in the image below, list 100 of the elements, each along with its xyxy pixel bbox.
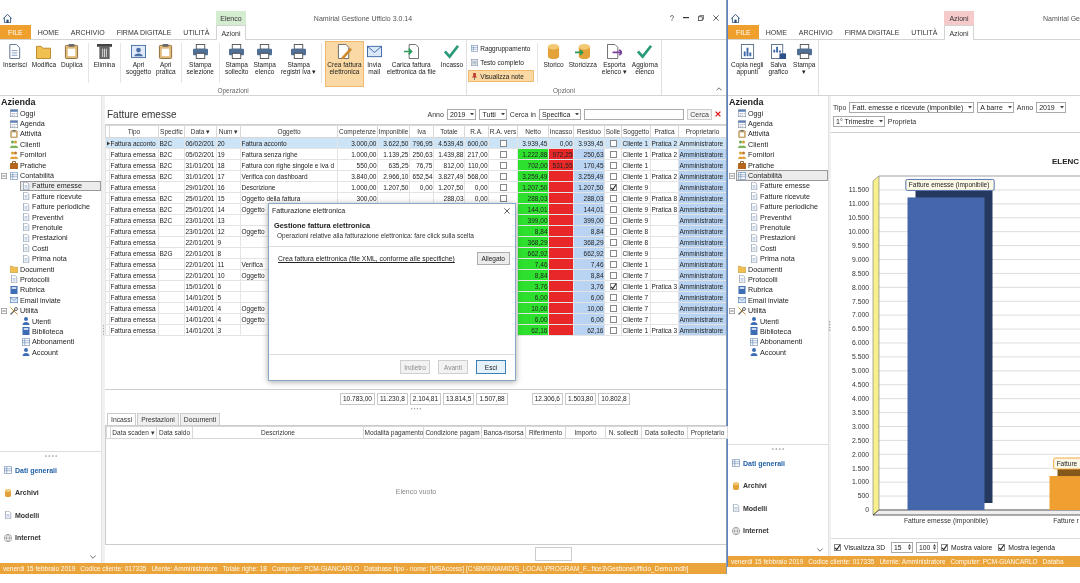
checkbox[interactable]: [499, 195, 507, 203]
caret-icon: [1059, 106, 1064, 109]
folder-icon: [738, 265, 746, 274]
caret-icon: [575, 112, 580, 116]
sidebar-heading: Azienda: [0, 96, 37, 108]
minimize-icon[interactable]: [683, 17, 689, 19]
table-icon: [750, 337, 758, 346]
close-icon[interactable]: [504, 207, 510, 214]
checkbox[interactable]: [499, 184, 507, 192]
clipboard-icon: [158, 44, 174, 59]
briefcase-icon: [10, 161, 18, 170]
checkbox[interactable]: [609, 206, 617, 214]
document-icon: [22, 181, 30, 190]
checkbox[interactable]: [609, 261, 617, 269]
checkbox[interactable]: [609, 217, 617, 225]
checkbox[interactable]: [609, 184, 617, 192]
caret-icon: [1007, 106, 1012, 109]
chart-document-icon: [770, 44, 786, 59]
checkbox[interactable]: [609, 140, 617, 148]
envelope-icon: [366, 44, 382, 59]
checkbox[interactable]: [834, 543, 841, 551]
table-icon: [738, 171, 746, 180]
checkbox[interactable]: [499, 140, 507, 148]
tools-icon: [738, 306, 746, 315]
document-arrow-icon: [403, 44, 419, 59]
checkbox[interactable]: [499, 162, 507, 170]
tree-collapse-icon[interactable]: [729, 172, 735, 179]
restore-icon[interactable]: [698, 15, 704, 21]
caret-icon: [878, 120, 883, 123]
clipboard-icon: [10, 129, 18, 138]
chevron-up-icon[interactable]: [716, 87, 722, 91]
list-title: Fatture emesse: [107, 108, 177, 120]
sidebar-heading: Azienda: [728, 96, 765, 108]
document-lines-icon: [471, 58, 479, 66]
checkbox[interactable]: [499, 151, 507, 159]
caret-icon: [500, 112, 505, 116]
total-field: [535, 547, 572, 561]
clear-icon[interactable]: [715, 111, 721, 117]
search-field[interactable]: [584, 108, 685, 120]
chart-title: ELENC: [1052, 157, 1080, 166]
checkbox[interactable]: [609, 272, 617, 280]
person-icon: [750, 317, 758, 325]
caret-icon: [968, 106, 973, 109]
database-icon: [546, 44, 562, 59]
row-pointer-icon: [106, 140, 110, 146]
checkbox[interactable]: [609, 162, 617, 170]
envelope-icon: [10, 296, 18, 305]
tree-collapse-icon[interactable]: [1, 307, 7, 314]
document-icon: [7, 44, 23, 59]
document-icon: [738, 275, 746, 284]
database-icon: [4, 488, 12, 497]
document-icon: [4, 511, 12, 519]
checkbox[interactable]: [609, 250, 617, 258]
checkbox[interactable]: [609, 327, 617, 335]
tree-collapse-icon[interactable]: [729, 307, 735, 314]
tree-collapse-icon[interactable]: [1, 172, 7, 179]
checkbox[interactable]: [609, 239, 617, 247]
check-icon: [637, 44, 653, 59]
printer-icon: [291, 44, 307, 59]
close-icon[interactable]: [713, 15, 719, 21]
home-icon[interactable]: [731, 13, 740, 23]
checkbox[interactable]: [609, 195, 617, 203]
book-icon: [738, 285, 746, 294]
caret-icon: [470, 112, 475, 116]
table-icon: [732, 459, 740, 467]
checkbox[interactable]: [609, 151, 617, 159]
checkbox[interactable]: [609, 305, 617, 313]
database-arrow-icon: [575, 44, 591, 59]
checkbox[interactable]: [609, 316, 617, 324]
trash-icon: [96, 44, 112, 59]
pin-icon: [471, 72, 479, 80]
checkbox[interactable]: [499, 173, 507, 181]
database-icon: [732, 481, 740, 490]
checkbox[interactable]: [941, 543, 949, 551]
person-icon: [750, 348, 758, 357]
folder-icon: [10, 265, 18, 274]
id-card-icon: [131, 44, 147, 59]
chevron-down-icon[interactable]: [90, 555, 96, 559]
printer-icon: [257, 44, 273, 59]
checkbox[interactable]: [609, 294, 617, 302]
document-icon: [750, 181, 758, 190]
checkbox[interactable]: [609, 173, 617, 181]
printer-icon: [229, 44, 245, 59]
book-icon: [10, 285, 18, 294]
spinner-arrows-icon: [908, 544, 912, 550]
briefcase-icon: [738, 161, 746, 170]
checkbox[interactable]: [609, 283, 617, 291]
table-icon: [22, 337, 30, 346]
clipboard-icon: [64, 44, 80, 59]
home-icon[interactable]: [3, 13, 12, 23]
table-icon: [10, 171, 18, 180]
document-icon: [10, 275, 18, 284]
help-icon[interactable]: [670, 15, 674, 21]
chevron-down-icon[interactable]: [817, 548, 823, 552]
checkbox[interactable]: [998, 543, 1006, 551]
table-icon: [471, 44, 479, 52]
grip-icon[interactable]: [102, 324, 105, 335]
checkbox[interactable]: [609, 228, 617, 236]
book-icon: [22, 327, 30, 336]
book-icon: [750, 327, 758, 336]
